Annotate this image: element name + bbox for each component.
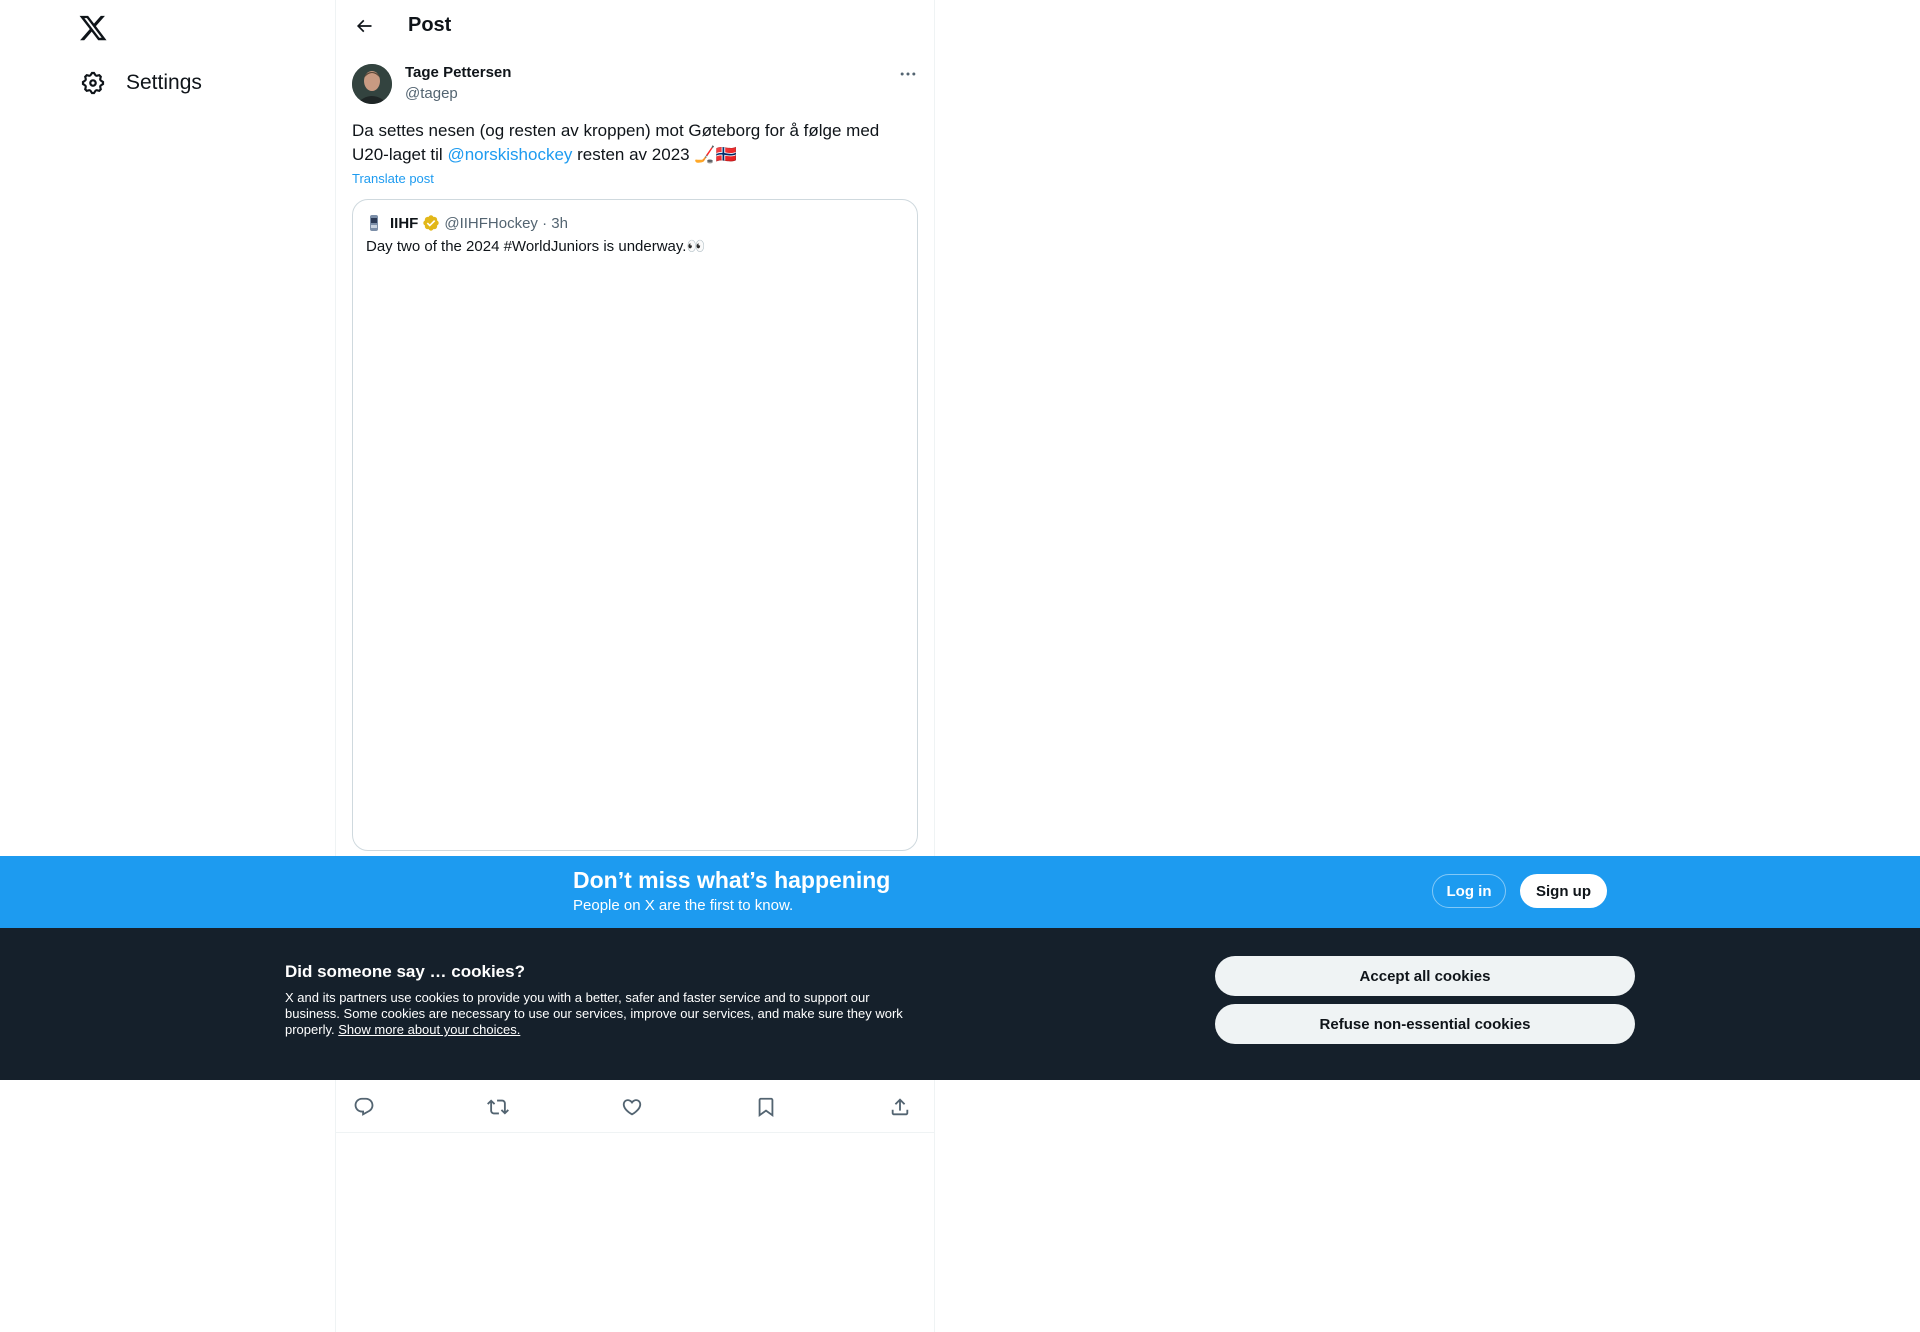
quote-text: Day two of the 2024 #WorldJuniors is und… xyxy=(366,238,706,255)
post-text-tail: resten av 2023 🏒🇳🇴 xyxy=(572,145,737,164)
iihf-avatar xyxy=(366,213,382,233)
arrow-left-icon[interactable] xyxy=(352,14,376,38)
quote-handle-time: @IIHFHockey · 3h xyxy=(444,214,568,232)
x-logo-icon[interactable] xyxy=(78,13,108,43)
login-button[interactable]: Log in xyxy=(1432,874,1506,908)
banner-title: Don’t miss what’s happening xyxy=(573,867,891,893)
avatar[interactable] xyxy=(352,64,392,104)
translate-post-link[interactable]: Translate post xyxy=(352,171,434,186)
accept-cookies-button[interactable]: Accept all cookies xyxy=(1215,956,1635,996)
bookmark-icon[interactable] xyxy=(755,1096,779,1120)
sidebar-item-settings[interactable]: Settings xyxy=(80,70,202,96)
author-handle[interactable]: @tagep xyxy=(405,85,458,102)
page-title: Post xyxy=(408,14,452,36)
quote-header: IIHF @IIHFHockey · 3h xyxy=(366,213,568,233)
repost-icon[interactable] xyxy=(487,1096,511,1120)
gear-icon xyxy=(81,71,105,95)
refuse-cookies-button[interactable]: Refuse non-essential cookies xyxy=(1215,1004,1635,1044)
reply-icon[interactable] xyxy=(353,1096,377,1120)
verified-badge-icon xyxy=(422,214,440,232)
main-column: Post Tage Pettersen @tagep Da settes nes… xyxy=(335,0,935,1332)
sidebar-item-label: Settings xyxy=(126,71,202,94)
like-icon[interactable] xyxy=(621,1096,645,1120)
signup-banner: Don’t miss what’s happening People on X … xyxy=(0,856,1920,928)
cookie-title: Did someone say … cookies? xyxy=(285,962,525,981)
post-actions xyxy=(336,1092,934,1133)
cookie-choices-link[interactable]: Show more about your choices. xyxy=(338,1022,520,1037)
page-header: Post xyxy=(336,0,934,53)
cookie-text: X and its partners use cookies to provid… xyxy=(285,990,915,1038)
mention-link[interactable]: @norskishockey xyxy=(447,145,572,164)
banner-subtitle: People on X are the first to know. xyxy=(573,897,794,914)
post-text: Da settes nesen (og resten av kroppen) m… xyxy=(352,119,912,167)
author-name[interactable]: Tage Pettersen xyxy=(405,64,511,81)
cookie-consent-bar: Did someone say … cookies? X and its par… xyxy=(0,928,1920,1080)
signup-button[interactable]: Sign up xyxy=(1520,874,1607,908)
share-icon[interactable] xyxy=(889,1096,913,1120)
quote-author-name: IIHF xyxy=(390,214,419,232)
more-icon[interactable] xyxy=(898,64,922,86)
quoted-post[interactable]: IIHF @IIHFHockey · 3h Day two of the 202… xyxy=(352,199,918,851)
